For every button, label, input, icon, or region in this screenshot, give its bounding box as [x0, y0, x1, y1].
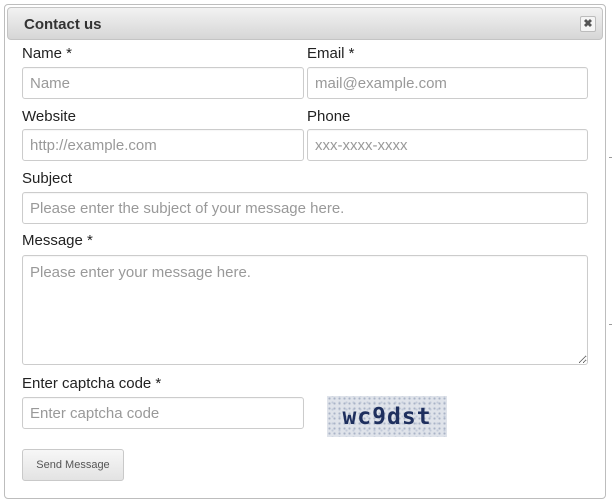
name-input[interactable] [22, 67, 304, 99]
website-label: Website [22, 108, 76, 125]
background-edge-mark [609, 157, 612, 158]
captcha-input[interactable] [22, 397, 304, 429]
dialog-titlebar[interactable]: Contact us ✖ [7, 7, 603, 40]
phone-input[interactable] [307, 129, 588, 161]
phone-label: Phone [307, 108, 351, 125]
name-label: Name * [22, 45, 73, 62]
send-message-button[interactable]: Send Message [22, 449, 124, 481]
captcha-image: wc9dst [327, 396, 447, 437]
email-input[interactable] [307, 67, 588, 99]
subject-label: Subject [22, 170, 73, 187]
dialog-title: Contact us [24, 16, 102, 33]
close-icon: ✖ [583, 17, 593, 30]
contact-dialog: Contact us ✖ Name * Email * Website Phon… [4, 4, 606, 499]
captcha-text: wc9dst [342, 403, 432, 430]
background-edge-mark [609, 324, 612, 325]
email-label: Email * [307, 45, 355, 62]
subject-input[interactable] [22, 192, 588, 224]
captcha-label: Enter captcha code * [22, 375, 162, 392]
close-button[interactable]: ✖ [580, 16, 596, 32]
message-label: Message * [22, 232, 93, 249]
website-input[interactable] [22, 129, 304, 161]
message-textarea[interactable] [22, 255, 588, 365]
